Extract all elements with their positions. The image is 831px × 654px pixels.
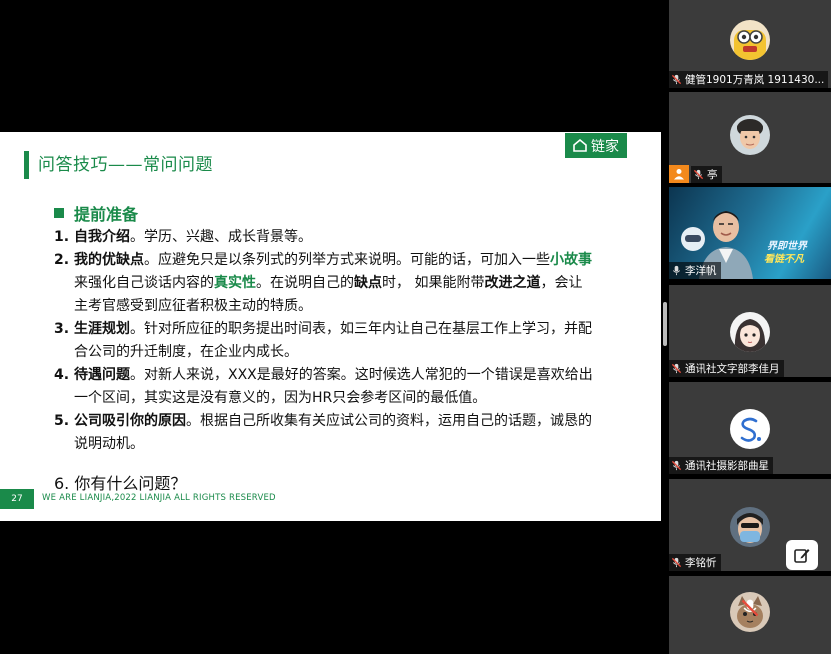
video-banner-text: 看链不凡 [764,254,804,265]
mic-muted-icon [693,169,704,180]
participant-name-tag: 健管1901万青岚 1911430... [669,71,829,88]
host-badge [669,165,689,183]
participant-name: 李洋帆 [685,265,717,277]
section-header: 提前准备 [54,201,138,225]
mic-muted-icon [671,557,682,568]
item-number: 5. [54,413,70,429]
item-text: 公司吸引你的原因。根据自己所收集有关应试公司的资料，运用自己的话题，诚恳的说明动… [74,410,594,456]
bold-text: 缺点 [354,275,382,291]
highlight-text: 真实性 [214,275,256,291]
item-number: 3. [54,321,70,337]
qa-item: 1. 自我介绍。学历、兴趣、成长背景等。 [54,226,594,249]
item-number: 2. [54,252,70,268]
text-run: 。对新人来说，XXX是最好的答案。这时候选人常犯的一个错误是喜欢给出一个区间，其… [74,367,593,406]
text-run: 时， 如果能附带 [382,275,485,291]
qa-item: 2. 我的优缺点。应避免只是以条列式的列举方式来说明。可能的话，可加入一些小故事来… [54,249,594,318]
anime-girl-avatar-icon [730,312,770,352]
text-run: 来强化自己谈话内容的 [74,275,214,291]
mic-muted-icon [671,363,682,374]
participant-tile[interactable]: 亭 [669,92,831,183]
participant-name-tag: 李铭忻 [669,554,721,571]
qa-list: 1. 自我介绍。学历、兴趣、成长背景等。 2. 我的优缺点。应避免只是以条列式的列举方… [54,226,594,456]
bold-text: 生涯规划 [74,321,130,337]
participant-name: 健管1901万青岚 1911430... [685,74,825,86]
text-run: 。在说明自己的 [256,275,354,291]
participant-name: 李铭忻 [685,557,717,569]
page-number: 27 [0,489,34,509]
participant-name-tag: 亭 [691,166,722,183]
qa-item: 5. 公司吸引你的原因。根据自己所收集有关应试公司的资料，运用自己的话题，诚恳的说… [54,410,594,456]
participant-name: 通讯社摄影部曲星 [685,460,769,472]
lianjia-logo: 链家 [565,133,627,158]
annotate-button[interactable] [786,540,818,570]
highlight-text: 小故事 [550,252,592,268]
house-icon [573,139,587,152]
item-text: 自我介绍。学历、兴趣、成长背景等。 [74,226,594,249]
slide-title: 问答技巧——常问问题 [38,155,213,175]
section-heading: 提前准备 [74,205,139,224]
bold-text: 待遇问题 [74,367,130,383]
man-avatar-icon [730,115,770,155]
text-run: 。针对所应征的职务提出时间表，如三年内让自己在基层工作上学习，并配合公司的升迁制… [74,321,592,360]
item-number: 4. [54,367,70,383]
bold-text: 我的优缺点 [74,252,144,268]
qa-item: 3. 生涯规划。针对所应征的职务提出时间表，如三年内让自己在基层工作上学习，并配合… [54,318,594,364]
letter-s-avatar-icon [730,409,770,449]
text-run: 。学历、兴趣、成长背景等。 [130,229,312,245]
participant-name-tag: 通讯社摄影部曲星 [669,457,773,474]
item-text: 生涯规划。针对所应征的职务提出时间表，如三年内让自己在基层工作上学习，并配合公司… [74,318,594,364]
text-run: 。应避免只是以条列式的列举方式来说明。可能的话，可加入一些 [144,252,550,268]
item-text: 待遇问题。对新人来说，XXX是最好的答案。这时候选人常犯的一个错误是喜欢给出一个… [74,364,594,410]
participant-tile[interactable] [669,576,831,654]
footer-copyright: WE ARE LIANJIA,2022 LIANJIA ALL RIGHTS R… [42,493,276,503]
participant-tile[interactable]: 通讯社文字部李佳月 [669,285,831,377]
item-text: 我的优缺点。应避免只是以条列式的列举方式来说明。可能的话，可加入一些小故事来强化… [74,249,594,318]
bold-text: 改进之道 [484,275,541,291]
participant-tile[interactable]: 健管1901万青岚 1911430... [669,0,831,88]
mic-muted-icon [741,599,759,617]
logo-text: 链家 [591,138,619,155]
participant-name-tag: 通讯社文字部李佳月 [669,360,784,377]
participant-name-tag: 李洋帆 [669,262,721,279]
bold-text: 公司吸引你的原因 [74,413,186,429]
participant-tile[interactable]: 通讯社摄影部曲星 [669,382,831,474]
qa-item: 4. 待遇问题。对新人来说，XXX是最好的答案。这时候选人常犯的一个错误是喜欢给出… [54,364,594,410]
panel-scrollbar[interactable] [663,302,667,346]
square-bullet-icon [54,208,64,218]
edit-pen-icon [794,549,810,563]
mic-muted-icon [671,460,682,471]
question-6: 6. 你有什么问题？ [54,474,187,493]
participant-name: 亭 [707,169,718,181]
mic-icon [672,265,681,276]
masked-avatar-icon [730,507,770,547]
person-icon [674,169,684,180]
item-number: 1. [54,229,70,245]
title-accent-bar [24,151,29,179]
cartoon-avatar-icon [730,20,770,60]
bold-text: 自我介绍 [74,229,130,245]
participant-tile-active-speaker[interactable]: 界即世界 看链不凡 李洋帆 [669,187,831,279]
mic-muted-icon [671,74,682,85]
participant-name: 通讯社文字部李佳月 [685,363,780,375]
